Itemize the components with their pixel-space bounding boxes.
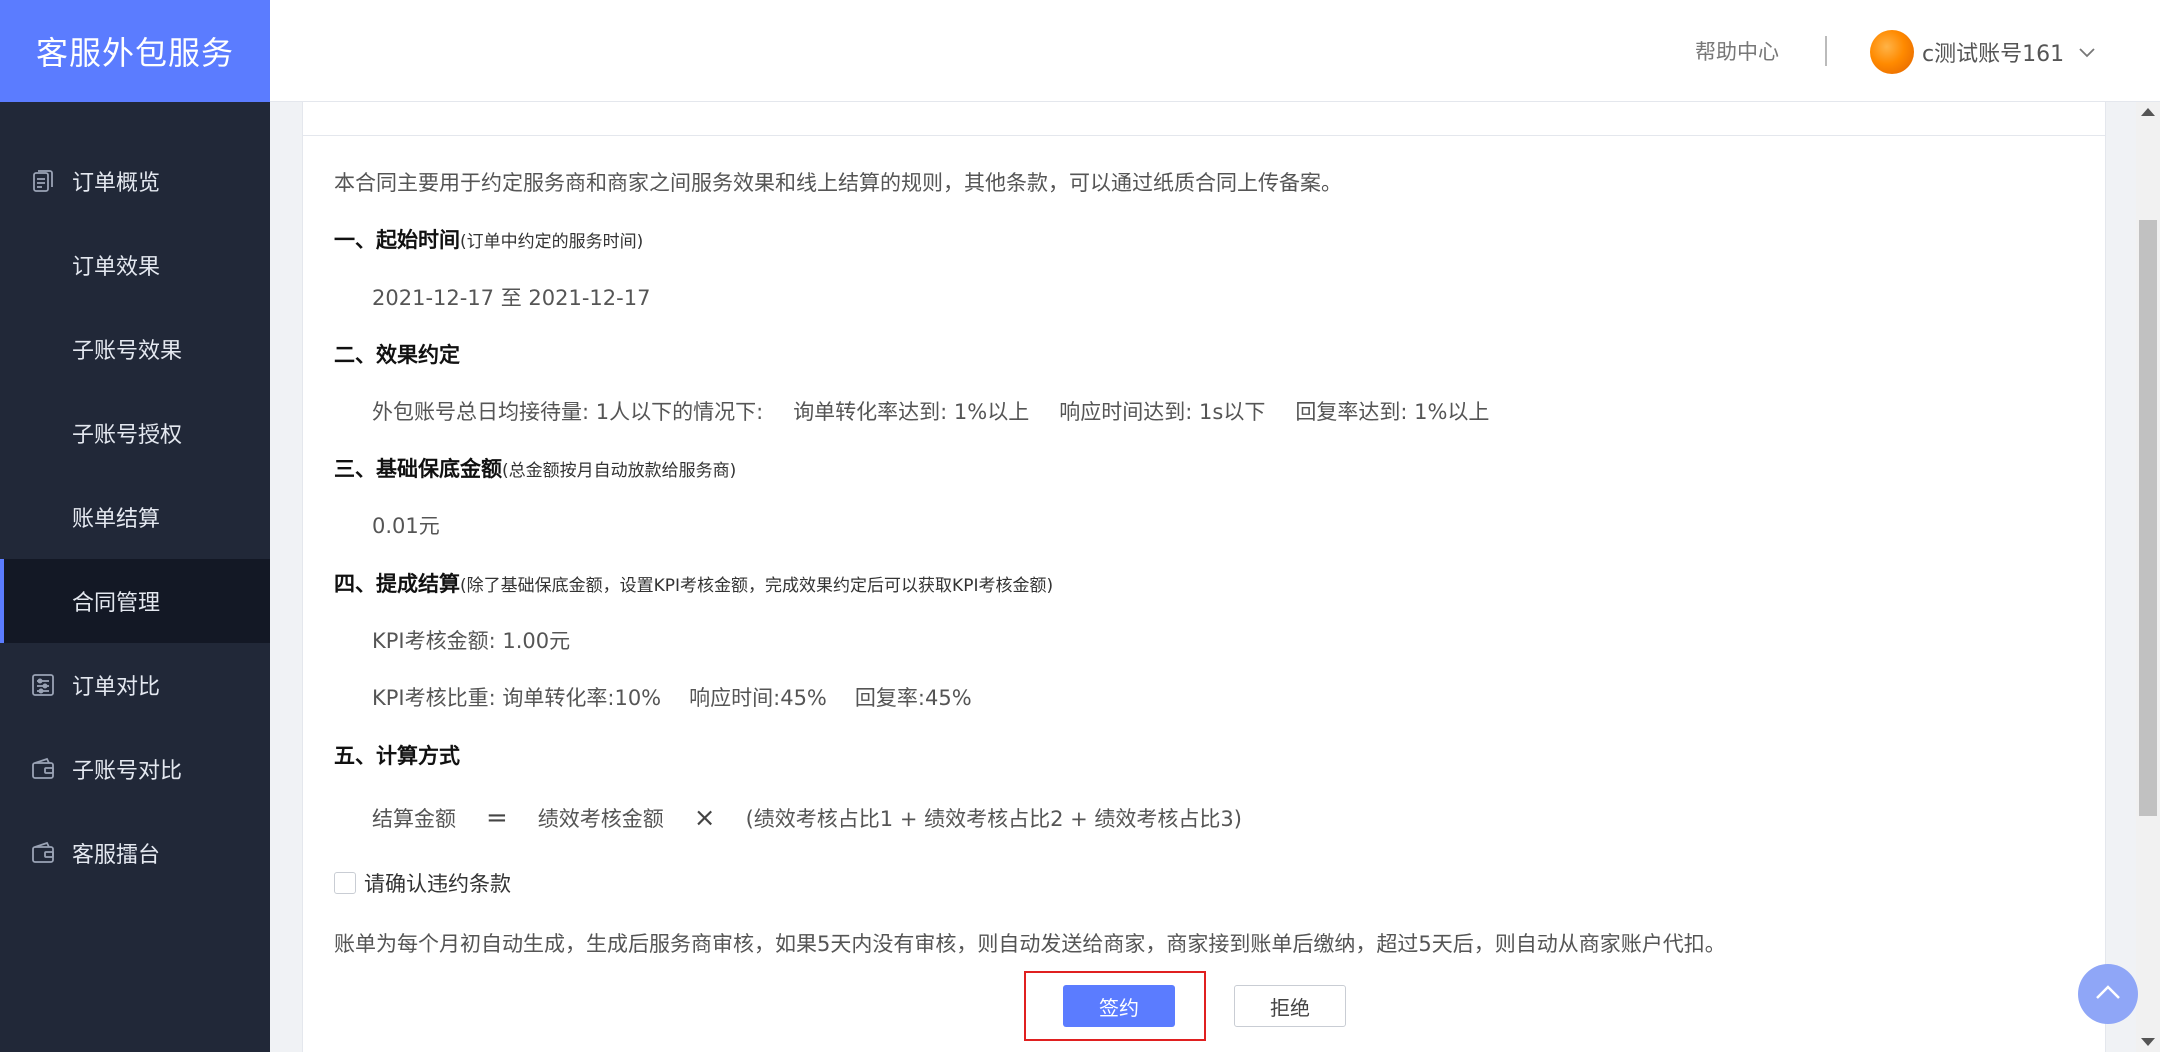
sidebar-item-subaccount-effect[interactable]: 子账号效果 <box>0 307 270 391</box>
section-calculation: 五、计算方式 <box>334 740 460 770</box>
sidebar: 客服外包服务 订单概览 订单效果 子账号效果 子账号授权 账单结算 合同管理 订… <box>0 0 270 1052</box>
kpi-weights: KPI考核比重: 询单转化率:10% 响应时间:45% 回复率:45% <box>372 682 972 712</box>
confirm-terms-label: 请确认违约条款 <box>364 872 511 896</box>
section-title: 五、计算方式 <box>334 744 460 768</box>
confirm-terms-row[interactable]: 请确认违约条款 <box>334 868 511 898</box>
sidebar-menu: 订单概览 订单效果 子账号效果 子账号授权 账单结算 合同管理 订单对比 子账号… <box>0 139 270 895</box>
sidebar-item-order-effect[interactable]: 订单效果 <box>0 223 270 307</box>
reject-button[interactable]: 拒绝 <box>1234 985 1346 1027</box>
user-menu[interactable]: c测试账号161 <box>1870 30 2096 74</box>
section-note: (总金额按月自动放款给服务商) <box>502 461 737 481</box>
wallet-icon <box>30 840 56 866</box>
formula-equals: = <box>486 803 508 833</box>
reception-condition: 外包账号总日均接待量: 1人以下的情况下: <box>372 400 764 424</box>
conversion-target: 询单转化率达到: 1%以上 <box>793 400 1030 424</box>
formula-term-ratios: (绩效考核占比1 + 绩效考核占比2 + 绩效考核占比3) <box>745 807 1242 831</box>
username: c测试账号161 <box>1922 42 2065 67</box>
avatar <box>1870 30 1914 74</box>
formula-term-performance: 绩效考核金额 <box>537 807 664 831</box>
section-title: 三、基础保底金额 <box>334 457 502 481</box>
section-note: (除了基础保底金额，设置KPI考核金额，完成效果约定后可以获取KPI考核金额) <box>460 576 1054 596</box>
chevron-down-icon[interactable] <box>2078 40 2096 65</box>
sidebar-item-label: 子账号授权 <box>72 423 183 448</box>
calculation-formula: 结算金额 = 绩效考核金额 × (绩效考核占比1 + 绩效考核占比2 + 绩效考… <box>372 803 1242 833</box>
contract-intro: 本合同主要用于约定服务商和商家之间服务效果和线上结算的规则，其他条款，可以通过纸… <box>334 171 1342 195</box>
help-center-link[interactable]: 帮助中心 <box>1695 36 1779 66</box>
section-title: 一、起始时间 <box>334 228 460 252</box>
start-time-value: 2021-12-17 至 2021-12-17 <box>372 286 651 310</box>
sidebar-item-label: 订单对比 <box>72 675 161 700</box>
kpi-weight-reply: 回复率:45% <box>854 686 972 710</box>
sliders-icon <box>30 672 56 698</box>
contract-card: 本合同主要用于约定服务商和商家之间服务效果和线上结算的规则，其他条款，可以通过纸… <box>302 102 2106 1052</box>
kpi-weight-response: 响应时间:45% <box>689 686 827 710</box>
section-commission: 四、提成结算(除了基础保底金额，设置KPI考核金额，完成效果约定后可以获取KPI… <box>334 568 1053 598</box>
section-note: (订单中约定的服务时间) <box>460 232 644 252</box>
sidebar-item-label: 订单效果 <box>72 255 161 280</box>
scroll-down-arrow-icon[interactable] <box>2141 1038 2155 1046</box>
sidebar-item-service-arena[interactable]: 客服擂台 <box>0 811 270 895</box>
sidebar-item-label: 子账号效果 <box>72 339 183 364</box>
back-to-top-button[interactable] <box>2078 964 2138 1024</box>
sidebar-item-label: 合同管理 <box>72 591 161 616</box>
scrollbar-thumb[interactable] <box>2139 220 2157 816</box>
sidebar-item-billing[interactable]: 账单结算 <box>0 475 270 559</box>
wallet-icon <box>30 756 56 782</box>
sign-button[interactable]: 签约 <box>1063 985 1175 1027</box>
sidebar-item-label: 客服擂台 <box>72 843 161 868</box>
base-amount-value: 0.01元 <box>372 514 440 538</box>
kpi-amount: KPI考核金额: 1.00元 <box>372 629 571 653</box>
sidebar-item-label: 订单概览 <box>72 171 161 196</box>
sidebar-item-label: 子账号对比 <box>72 759 183 784</box>
scroll-up-arrow-icon[interactable] <box>2141 108 2155 116</box>
vertical-scrollbar[interactable] <box>2136 102 2160 1052</box>
formula-multiply: × <box>693 803 716 833</box>
section-title: 二、效果约定 <box>334 343 460 367</box>
section-effect-agreement: 二、效果约定 <box>334 339 460 369</box>
sidebar-item-order-overview[interactable]: 订单概览 <box>0 139 270 223</box>
brand-title: 客服外包服务 <box>0 0 270 102</box>
section-title: 四、提成结算 <box>334 572 460 596</box>
sidebar-item-contract-management[interactable]: 合同管理 <box>0 559 270 643</box>
confirm-terms-checkbox[interactable] <box>334 872 356 894</box>
reply-rate-target: 回复率达到: 1%以上 <box>1295 400 1490 424</box>
section-base-amount: 三、基础保底金额(总金额按月自动放款给服务商) <box>334 453 736 483</box>
document-icon <box>30 168 56 194</box>
response-time-target: 响应时间达到: 1s以下 <box>1059 400 1266 424</box>
section-start-time: 一、起始时间(订单中约定的服务时间) <box>334 224 643 254</box>
effect-agreement-values: 外包账号总日均接待量: 1人以下的情况下: 询单转化率达到: 1%以上 响应时间达到… <box>372 396 1489 426</box>
header-divider <box>1825 36 1827 66</box>
sidebar-item-order-compare[interactable]: 订单对比 <box>0 643 270 727</box>
kpi-weight-conversion: KPI考核比重: 询单转化率:10% <box>372 686 662 710</box>
billing-note: 账单为每个月初自动生成，生成后服务商审核，如果5天内没有审核，则自动发送给商家，… <box>334 932 1726 956</box>
chevron-up-icon <box>2094 983 2122 1005</box>
sidebar-item-subaccount-auth[interactable]: 子账号授权 <box>0 391 270 475</box>
formula-term-settlement: 结算金额 <box>372 807 456 831</box>
divider <box>303 135 2105 136</box>
sidebar-item-subaccount-compare[interactable]: 子账号对比 <box>0 727 270 811</box>
sidebar-item-label: 账单结算 <box>72 507 161 532</box>
top-header: 帮助中心 c测试账号161 <box>270 0 2160 102</box>
